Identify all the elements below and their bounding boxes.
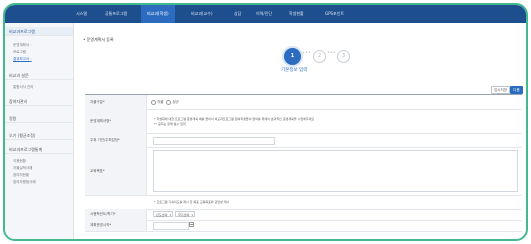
sidebar-head-program[interactable]: 비교과프로그램 bbox=[5, 27, 73, 36]
form-row-plan-name: 운영계획서명* * 학생회에 대한 프로그램 운영계획 예를 들어서 비교과프로… bbox=[85, 109, 522, 134]
sidebar-head-survey[interactable]: 비교과 설문 bbox=[5, 71, 73, 80]
form-row-start: 계획운영시작* bbox=[85, 220, 522, 232]
nav-item-extracurricular-professor[interactable]: 비교과(교수) bbox=[191, 5, 213, 23]
nav-item-common-program[interactable]: 공통프로그램 bbox=[105, 5, 127, 23]
step-connector: ••• bbox=[327, 50, 336, 56]
field-label: 계획운영시작* bbox=[85, 220, 147, 231]
next-button[interactable]: 다음 bbox=[510, 86, 523, 94]
sidebar-item-program[interactable]: 프로그램 bbox=[13, 50, 26, 55]
nav-item-history-diagnosis[interactable]: 이력/진단 bbox=[256, 5, 272, 23]
nav-item-student-status[interactable]: 학생현황 bbox=[289, 5, 304, 23]
form-row-organizer: 주최 기관/주최담당* bbox=[85, 133, 522, 148]
sidebar-item-result-report[interactable]: 결과보고서 › bbox=[13, 57, 32, 62]
sidebar-item-self-record[interactable]: 자율실적사례 bbox=[13, 166, 32, 171]
sidebar-head-adjust[interactable]: 오기 (평균조정) bbox=[5, 131, 73, 140]
step-indicator: 1 ••• 2 ••• 3 기본정보 입력 bbox=[77, 47, 522, 77]
sidebar-item-usage[interactable]: 이용현황 bbox=[13, 159, 26, 164]
temp-save-button[interactable]: 임시저장 bbox=[491, 86, 510, 94]
step-caption: 기본정보 입력 bbox=[281, 68, 308, 73]
field-label: 운영계획서명* bbox=[85, 109, 147, 133]
nav-item-extracurricular-student[interactable]: 비교과(학생) bbox=[141, 5, 175, 23]
field-label: 시행학년도/학기* bbox=[85, 209, 147, 220]
sidebar: 비교과프로그램 운영계획서 › 프로그램 결과보고서 › 비교과 설문 통합서식… bbox=[5, 23, 74, 239]
objective-note: * 프로그램 기획의도를 제시 한 목표 교육목표와 관련성 제시 bbox=[154, 200, 230, 204]
field-label: 주최 기관/주최담당* bbox=[85, 133, 147, 147]
plan-form: 자율구분* 자율 정규 운영계획서명* * 학생회에 대한 프로그램 운영계획 … bbox=[85, 94, 522, 239]
year-select[interactable]: 년도선택 ▾ bbox=[153, 211, 173, 217]
year-select-value: 년도선택 bbox=[156, 213, 168, 217]
sidebar-item-participant-rating[interactable]: 참여자평점사례 bbox=[13, 180, 36, 185]
radio-regular-label: 정규 bbox=[172, 99, 179, 104]
form-row-objective-note: * 프로그램 기획의도를 제시 한 목표 교육목표와 관련성 제시 bbox=[85, 195, 522, 210]
term-select[interactable]: 학기선택 ▾ bbox=[175, 211, 195, 217]
radio-regular[interactable] bbox=[166, 99, 172, 105]
calendar-icon[interactable] bbox=[189, 222, 194, 227]
form-row-objective: 교육목표* bbox=[85, 147, 522, 196]
field-content: 자율 정규 bbox=[151, 95, 522, 109]
radio-self[interactable] bbox=[151, 99, 156, 105]
field-content: 년도선택 ▾ 학기선택 ▾ bbox=[151, 209, 522, 220]
nav-item-counseling[interactable]: 상담 bbox=[234, 5, 241, 23]
plan-name-note: * 학생회에 대한 프로그램 운영계획 예를 들어서 비교과프로그램 참여학생들… bbox=[154, 117, 315, 121]
radio-self-label: 자율 bbox=[157, 99, 164, 104]
nav-item-gps-point[interactable]: GPS포인트 bbox=[325, 5, 344, 23]
field-label: 자율구분* bbox=[85, 95, 147, 109]
main-content: • 운영계획서 등록 1 ••• 2 ••• 3 기본정보 입력 임시저장 다음… bbox=[77, 23, 523, 239]
step-3: 3 bbox=[337, 50, 350, 63]
step-1: 1 bbox=[284, 48, 301, 65]
sidebar-head-statistics[interactable]: 비교과프로그램통계 bbox=[5, 145, 73, 154]
sidebar-item-label: 결과보고서 bbox=[13, 57, 30, 61]
sidebar-item-plan[interactable]: 운영계획서 › bbox=[13, 43, 32, 48]
organizer-input[interactable] bbox=[153, 137, 275, 145]
term-select-value: 학기선택 bbox=[178, 213, 190, 217]
step-2: 2 bbox=[313, 50, 326, 63]
chevron-down-icon: ▾ bbox=[169, 213, 171, 217]
sidebar-item-label: 운영계획서 bbox=[13, 43, 30, 47]
sidebar-item-participant-status[interactable]: 참여자현황 bbox=[13, 173, 29, 178]
app-frame: 시스템 공통프로그램 비교과(학생) 비교과(교수) 상담 이력/진단 학생현황… bbox=[3, 3, 528, 241]
field-content bbox=[151, 133, 522, 147]
chevron-right-icon: › bbox=[30, 43, 32, 47]
field-content: * 프로그램 기획의도를 제시 한 목표 교육목표와 관련성 제시 bbox=[151, 195, 522, 209]
field-label: 교육목표* bbox=[85, 147, 147, 195]
chevron-down-icon: ▾ bbox=[191, 213, 193, 217]
form-row-type: 자율구분* 자율 정규 bbox=[85, 95, 522, 110]
start-date-input[interactable] bbox=[153, 222, 189, 230]
chevron-right-icon: › bbox=[30, 57, 32, 61]
nav-item-system[interactable]: 시스템 bbox=[76, 5, 87, 23]
sidebar-head-capacity[interactable]: 정원 bbox=[5, 114, 73, 123]
top-navigation: 시스템 공통프로그램 비교과(학생) 비교과(교수) 상담 이력/진단 학생현황… bbox=[5, 5, 526, 23]
field-content bbox=[151, 220, 522, 231]
page-title: • 운영계획서 등록 bbox=[83, 37, 114, 42]
step-connector: ••• bbox=[302, 50, 311, 56]
objective-textarea[interactable] bbox=[153, 150, 518, 192]
sidebar-head-participants[interactable]: 참여자관리 bbox=[5, 97, 73, 106]
sidebar-item-template[interactable]: 통합서식 관리 bbox=[13, 85, 33, 90]
field-content: * 학생회에 대한 프로그램 운영계획 예를 들어서 비교과프로그램 참여학생들… bbox=[151, 109, 522, 133]
field-content bbox=[151, 147, 522, 195]
plan-name-note-2: ** 공지는 정해 필수 입력 bbox=[154, 122, 186, 126]
